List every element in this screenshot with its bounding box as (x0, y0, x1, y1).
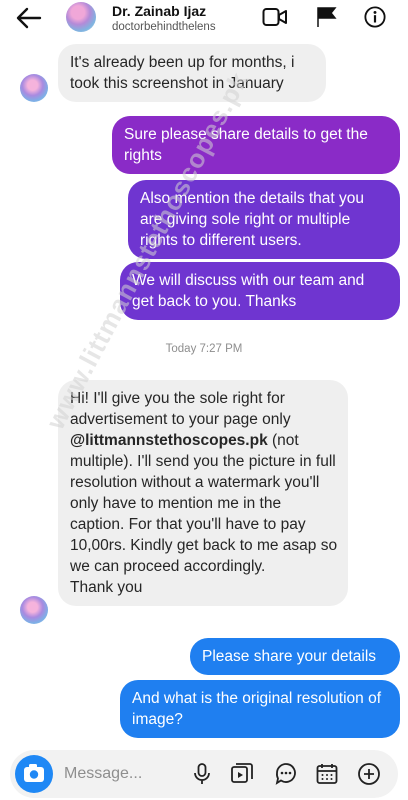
back-arrow-icon[interactable] (14, 6, 44, 30)
info-icon[interactable] (362, 6, 388, 28)
video-call-icon[interactable] (262, 6, 288, 28)
message-composer (10, 750, 398, 798)
contact-name[interactable]: Dr. Zainab Ijaz (112, 3, 206, 19)
incoming-message[interactable]: It's already been up for months, i took … (58, 44, 326, 102)
sender-avatar (20, 596, 48, 624)
message-text: Hi! I'll give you the sole right for adv… (70, 390, 291, 428)
outgoing-message[interactable]: Also mention the details that you are gi… (128, 180, 400, 259)
mentioned-handle[interactable]: @littmannstethoscopes.pk (70, 432, 268, 449)
plus-icon[interactable] (357, 762, 381, 786)
sticker-icon[interactable] (274, 762, 298, 786)
contact-avatar[interactable] (66, 2, 96, 32)
message-text: Thank you (70, 579, 143, 596)
outgoing-message[interactable]: Sure please share details to get the rig… (112, 116, 400, 174)
outgoing-message[interactable]: And what is the original resolution of i… (120, 680, 400, 738)
outgoing-message[interactable]: We will discuss with our team and get ba… (120, 262, 400, 320)
camera-icon (24, 764, 44, 782)
chat-header: Dr. Zainab Ijaz doctorbehindthelens (0, 0, 408, 40)
microphone-icon[interactable] (190, 762, 214, 786)
calendar-icon[interactable] (315, 762, 339, 786)
message-input[interactable] (64, 762, 184, 786)
outgoing-message[interactable]: Please share your details (190, 638, 400, 675)
sender-avatar (20, 74, 48, 102)
message-text: (not multiple). I'll send you the pictur… (70, 432, 338, 575)
incoming-message[interactable]: Hi! I'll give you the sole right for adv… (58, 380, 348, 606)
gallery-icon[interactable] (230, 762, 254, 786)
camera-button[interactable] (15, 755, 53, 793)
flag-icon[interactable] (314, 6, 340, 28)
contact-username[interactable]: doctorbehindthelens (112, 21, 216, 33)
message-timestamp: Today 7:27 PM (165, 343, 243, 355)
